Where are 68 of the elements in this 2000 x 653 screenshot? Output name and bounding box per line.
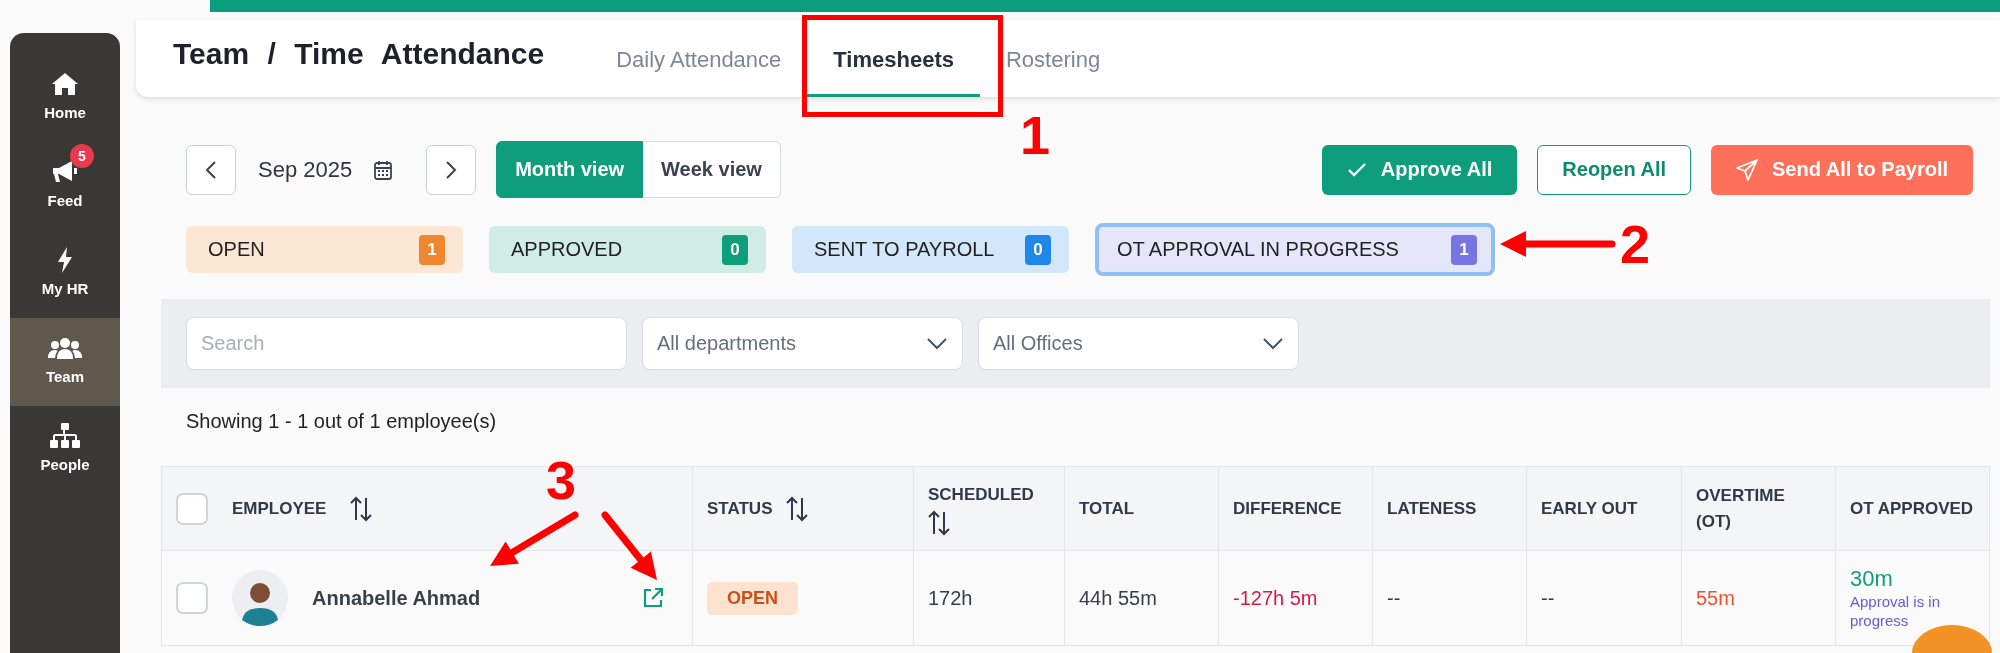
sidebar-item[interactable]: Feed 5 [10, 142, 120, 230]
house-icon [51, 70, 79, 98]
column-header: EMPLOYEE [232, 497, 327, 520]
tab[interactable]: Rostering [980, 20, 1127, 97]
column-header: DIFFERENCE [1233, 497, 1342, 520]
floating-button[interactable] [1912, 625, 1992, 653]
result-count: Showing 1 - 1 out of 1 employee(s) [186, 410, 497, 432]
check-icon [1346, 161, 1367, 178]
lightning-icon [56, 246, 74, 274]
column-header: EARLY OUT [1541, 497, 1638, 520]
view-toggle[interactable]: Week view [643, 141, 781, 198]
org-chart-icon [50, 422, 80, 450]
annotation-number: 2 [1620, 217, 1651, 271]
chevron-left-icon [205, 159, 217, 180]
paper-plane-icon [1736, 158, 1759, 181]
annotation-number: 3 [546, 453, 577, 507]
status-badge: OPEN [707, 581, 798, 615]
sidebar-item[interactable]: People [10, 406, 120, 494]
sidebar-item[interactable]: Home [10, 54, 120, 142]
table-cell: 172h [928, 586, 973, 610]
action-button[interactable]: Reopen All [1537, 144, 1692, 195]
status-filter-chip[interactable]: OPEN 1 [186, 226, 463, 273]
chip-label: APPROVED [511, 238, 623, 261]
status-filter-chip[interactable]: SENT TO PAYROLL 0 [792, 226, 1069, 273]
employee-name[interactable]: Annabelle Ahmad [312, 586, 618, 610]
next-button[interactable] [426, 144, 477, 195]
column-header: OVERTIME (OT) [1696, 484, 1786, 533]
count-badge: 1 [1451, 234, 1477, 265]
period-label: Sep 2025 [258, 156, 353, 183]
table-cell: -- [1541, 586, 1555, 610]
chevron-down-icon [1262, 337, 1284, 350]
column-header: STATUS [707, 497, 773, 520]
table-cell: -127h 5m [1233, 586, 1318, 610]
notification-badge: 5 [70, 144, 94, 168]
chip-label: SENT TO PAYROLL [814, 238, 995, 261]
chip-label: OPEN [208, 238, 265, 261]
row-checkbox[interactable] [176, 582, 208, 614]
column-header: TOTAL [1079, 497, 1135, 520]
count-badge: 1 [419, 234, 445, 265]
table-cell: -- [1387, 586, 1401, 610]
select-all-checkbox[interactable] [176, 492, 208, 525]
calendar-icon[interactable] [374, 159, 393, 180]
tab[interactable]: Daily Attendance [590, 20, 808, 97]
count-badge: 0 [1025, 234, 1051, 265]
sidebar-item[interactable]: My HR [10, 230, 120, 318]
status-filter-chip[interactable]: APPROVED 0 [489, 226, 766, 273]
chevron-down-icon [926, 337, 948, 350]
sidebar-item[interactable]: Team [10, 318, 120, 406]
status-filter-chip[interactable]: OT APPROVAL IN PROGRESS 1 [1095, 223, 1495, 276]
search-field[interactable]: Search [186, 317, 627, 370]
chevron-right-icon [445, 159, 458, 180]
table-cell: 55m [1696, 586, 1735, 610]
annotation-number: 1 [1020, 108, 1051, 162]
table-cell: 30m [1850, 566, 1893, 592]
approval-note: Approval is in progress [1850, 592, 1942, 630]
column-header: SCHEDULED [928, 483, 1034, 506]
external-link-icon[interactable] [642, 587, 664, 609]
annotation-arrow [601, 511, 657, 580]
column-header: OT APPROVED [1850, 497, 1975, 520]
dropdown[interactable]: All departments [642, 317, 963, 370]
chip-label: OT APPROVAL IN PROGRESS [1117, 238, 1399, 261]
dropdown[interactable]: All Offices [978, 317, 1299, 370]
column-header: LATENESS [1387, 497, 1477, 520]
avatar-icon [232, 570, 288, 626]
count-badge: 0 [722, 234, 748, 265]
table-cell: 44h 55m [1079, 586, 1157, 610]
previous-button[interactable] [186, 144, 236, 195]
page-title: Team / Time Attendance [173, 36, 545, 71]
